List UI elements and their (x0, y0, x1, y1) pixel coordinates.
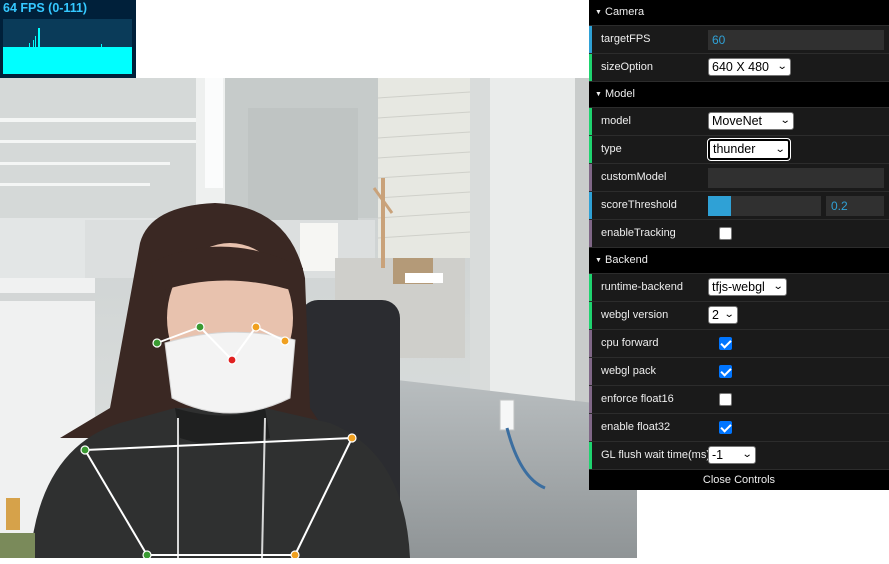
type-label: type (601, 143, 622, 155)
runtime-backend-select[interactable]: tfjs-webgl ⌄ (708, 278, 787, 296)
keypoint-left-hip (142, 550, 152, 558)
chevron-down-icon: ⌄ (774, 144, 786, 155)
custom-model-row: customModel (589, 164, 889, 192)
skeleton-edge (294, 437, 353, 556)
cpu-forward-label: cpu forward (601, 337, 659, 349)
backend-folder-title[interactable]: ▼ Backend (589, 248, 889, 274)
model-folder-title[interactable]: ▼ Model (589, 82, 889, 108)
size-option-row: sizeOption 640 X 480 ⌄ (589, 54, 889, 82)
close-controls-button[interactable]: Close Controls (589, 470, 889, 490)
keypoint-left-eye (195, 322, 205, 332)
score-threshold-input[interactable]: 0.2 (826, 196, 884, 216)
gl-flush-select[interactable]: -1 ⌄ (708, 446, 756, 464)
keypoint-right-ear (280, 336, 290, 346)
fps-graph (3, 19, 132, 74)
webgl-pack-checkbox[interactable] (719, 365, 732, 378)
custom-model-input[interactable] (708, 168, 884, 188)
controls-panel: ▼ Camera targetFPS 60 sizeOption 640 X 48… (589, 0, 889, 490)
enable-float32-checkbox[interactable] (719, 421, 732, 434)
fps-readout: 64 FPS (0-111) (3, 1, 88, 15)
type-row: type thunder ⌄ (589, 136, 889, 164)
custom-model-label: customModel (601, 171, 667, 183)
score-threshold-label: scoreThreshold (601, 199, 677, 211)
keypoint-right-eye (251, 322, 261, 332)
model-label: model (601, 115, 631, 127)
model-select[interactable]: MoveNet ⌄ (708, 112, 794, 130)
type-select[interactable]: thunder ⌄ (707, 138, 791, 161)
webgl-version-select[interactable]: 2 ⌄ (708, 306, 738, 324)
caret-down-icon: ▼ (595, 257, 602, 264)
enable-float32-row: enable float32 (589, 414, 889, 442)
keypoint-right-shoulder (347, 433, 357, 443)
skeleton-edge (231, 326, 257, 361)
keypoint-left-ear (152, 338, 162, 348)
keypoint-nose (227, 355, 237, 365)
target-fps-row: targetFPS 60 (589, 26, 889, 54)
cpu-forward-checkbox[interactable] (719, 337, 732, 350)
runtime-backend-row: runtime-backend tfjs-webgl ⌄ (589, 274, 889, 302)
webgl-version-row: webgl version 2 ⌄ (589, 302, 889, 330)
webgl-pack-label: webgl pack (601, 365, 657, 377)
caret-down-icon: ▼ (595, 9, 602, 16)
keypoint-left-shoulder (80, 445, 90, 455)
cpu-forward-row: cpu forward (589, 330, 889, 358)
skeleton-edge (199, 326, 233, 361)
caret-down-icon: ▼ (595, 91, 602, 98)
runtime-backend-label: runtime-backend (601, 281, 683, 293)
keypoint-right-hip (290, 550, 300, 558)
score-threshold-slider[interactable] (708, 196, 821, 216)
score-threshold-row: scoreThreshold 0.2 (589, 192, 889, 220)
chevron-down-icon: ⌄ (779, 115, 791, 126)
enforce-float16-label: enforce float16 (601, 393, 674, 405)
gl-flush-row: GL flush wait time(ms) -1 ⌄ (589, 442, 889, 470)
slider-fill (708, 196, 731, 216)
webgl-pack-row: webgl pack (589, 358, 889, 386)
enable-float32-label: enable float32 (601, 421, 671, 433)
fps-stats-panel[interactable]: 64 FPS (0-111) (0, 0, 136, 78)
chevron-down-icon: ⌄ (741, 449, 753, 460)
skeleton-edge (255, 326, 286, 342)
enable-tracking-row: enableTracking (589, 220, 889, 248)
skeleton-edge (156, 326, 201, 344)
size-option-label: sizeOption (601, 61, 653, 73)
chevron-down-icon: ⌄ (772, 281, 784, 292)
pose-skeleton-overlay (80, 322, 357, 558)
enforce-float16-checkbox[interactable] (719, 393, 732, 406)
skeleton-edge (84, 437, 353, 451)
chevron-down-icon: ⌄ (776, 61, 788, 72)
camera-folder-title[interactable]: ▼ Camera (589, 0, 889, 26)
chevron-down-icon: ⌄ (723, 309, 735, 320)
camera-output-canvas (0, 78, 637, 558)
gl-flush-label: GL flush wait time(ms) (601, 449, 711, 461)
target-fps-label: targetFPS (601, 33, 651, 45)
enable-tracking-checkbox[interactable] (719, 227, 732, 240)
enforce-float16-row: enforce float16 (589, 386, 889, 414)
model-row: model MoveNet ⌄ (589, 108, 889, 136)
webgl-version-label: webgl version (601, 309, 669, 321)
target-fps-input[interactable]: 60 (708, 30, 884, 50)
size-option-select[interactable]: 640 X 480 ⌄ (708, 58, 791, 76)
enable-tracking-label: enableTracking (601, 227, 676, 239)
skeleton-edge (84, 449, 148, 556)
